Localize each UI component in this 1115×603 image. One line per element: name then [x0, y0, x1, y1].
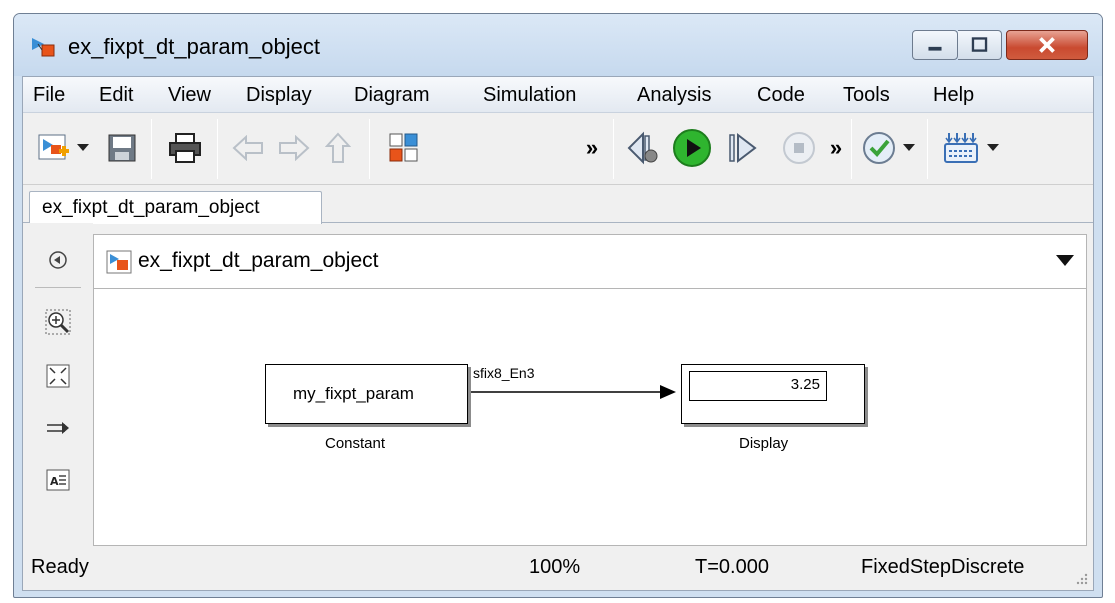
menu-edit[interactable]: Edit	[99, 84, 133, 107]
new-model-icon	[38, 134, 69, 160]
build-icon	[944, 133, 978, 163]
status-bar: Ready 100% T=0.000 FixedStepDiscrete	[23, 546, 1093, 590]
menu-help[interactable]: Help	[933, 84, 974, 107]
minimize-button[interactable]	[912, 30, 958, 60]
display-value: 3.25	[790, 376, 820, 393]
left-palette: A	[23, 223, 93, 546]
model-advisor-button[interactable]	[859, 123, 899, 173]
breadcrumb[interactable]: ex_fixpt_dt_param_object	[138, 249, 379, 273]
zoom-in-icon[interactable]	[45, 309, 71, 335]
tab-row: ex_fixpt_dt_param_object	[23, 185, 1093, 224]
save-button[interactable]	[103, 123, 141, 173]
toolbar: » »	[23, 113, 1093, 185]
stop-icon	[783, 132, 815, 164]
display-block[interactable]: 3.25	[681, 364, 865, 424]
stop-button[interactable]	[779, 123, 819, 173]
build-button[interactable]	[941, 123, 981, 173]
step-back-icon	[627, 131, 658, 165]
up-icon	[325, 132, 351, 163]
display-block-name[interactable]: Display	[739, 435, 788, 452]
chevron-down-icon	[903, 144, 915, 151]
print-icon	[169, 133, 201, 163]
constant-block[interactable]: my_fixpt_param	[265, 364, 468, 424]
tab-model[interactable]: ex_fixpt_dt_param_object	[29, 191, 322, 224]
menu-display[interactable]: Display	[246, 84, 312, 107]
back-icon	[232, 135, 263, 161]
menu-view[interactable]: View	[168, 84, 211, 107]
close-icon	[1039, 37, 1055, 53]
new-model-dropdown[interactable]	[75, 123, 91, 173]
chevron-down-icon	[77, 144, 89, 151]
run-button[interactable]	[669, 123, 715, 173]
chevron-down-icon[interactable]	[1056, 255, 1074, 267]
step-forward-icon	[729, 132, 757, 164]
maximize-button[interactable]	[958, 30, 1002, 60]
constant-block-name[interactable]: Constant	[325, 435, 385, 452]
close-button[interactable]	[1006, 30, 1088, 60]
hide-browser-icon[interactable]	[45, 247, 71, 273]
tab-label: ex_fixpt_dt_param_object	[42, 197, 260, 218]
new-model-button[interactable]	[35, 123, 73, 173]
model-window: ex_fixpt_dt_param_object File Edit View …	[13, 13, 1103, 598]
svg-text:A: A	[50, 475, 59, 488]
chevron-down-icon	[987, 144, 999, 151]
menu-code[interactable]: Code	[757, 84, 805, 107]
menu-file[interactable]: File	[33, 84, 65, 107]
client-area: File Edit View Display Diagram Simulatio…	[22, 76, 1094, 591]
menu-tools[interactable]: Tools	[843, 84, 890, 107]
signal-datatype-label: sfix8_En3	[473, 365, 535, 381]
minimize-icon	[928, 46, 942, 51]
diagram-canvas[interactable]: my_fixpt_param Constant sfix8_En3 3.25 D…	[93, 288, 1087, 546]
menu-bar: File Edit View Display Diagram Simulatio…	[23, 77, 1093, 113]
print-button[interactable]	[163, 123, 207, 173]
build-dropdown[interactable]	[985, 123, 1001, 173]
maximize-icon	[971, 37, 988, 52]
zoom-level: 100%	[529, 556, 581, 578]
simulink-model-icon	[106, 250, 132, 274]
forward-button[interactable]	[275, 123, 313, 173]
up-button[interactable]	[319, 123, 357, 173]
toolbar-overflow-2[interactable]: »	[827, 123, 845, 173]
model-advisor-dropdown[interactable]	[901, 123, 917, 173]
forward-icon	[279, 135, 310, 161]
status-text: Ready	[31, 556, 89, 578]
resize-grip-icon[interactable]	[1075, 572, 1089, 586]
window-title: ex_fixpt_dt_param_object	[68, 34, 320, 59]
constant-value: my_fixpt_param	[293, 384, 414, 403]
step-back-button[interactable]	[623, 123, 663, 173]
back-button[interactable]	[229, 123, 267, 173]
library-browser-icon	[389, 133, 418, 162]
title-bar[interactable]: ex_fixpt_dt_param_object	[14, 14, 1102, 76]
signal-arrow-icon[interactable]	[45, 415, 71, 441]
menu-diagram[interactable]: Diagram	[354, 84, 430, 107]
toolbar-overflow-1[interactable]: »	[583, 123, 601, 173]
signal-line[interactable]	[94, 289, 1094, 529]
arrowhead-icon	[660, 385, 676, 399]
step-forward-button[interactable]	[723, 123, 763, 173]
save-icon	[108, 134, 136, 162]
menu-simulation[interactable]: Simulation	[483, 84, 576, 107]
simulink-model-icon	[32, 38, 55, 57]
library-browser-button[interactable]	[385, 123, 423, 173]
simulation-time: T=0.000	[695, 556, 769, 578]
menu-analysis[interactable]: Analysis	[637, 84, 711, 107]
display-readout: 3.25	[689, 371, 827, 401]
solver-name[interactable]: FixedStepDiscrete	[861, 556, 1024, 579]
address-bar[interactable]: ex_fixpt_dt_param_object	[93, 234, 1087, 288]
fit-to-view-icon[interactable]	[45, 363, 71, 389]
run-icon	[673, 129, 711, 167]
annotation-icon[interactable]: A	[45, 467, 71, 493]
checkmark-icon	[863, 132, 895, 164]
